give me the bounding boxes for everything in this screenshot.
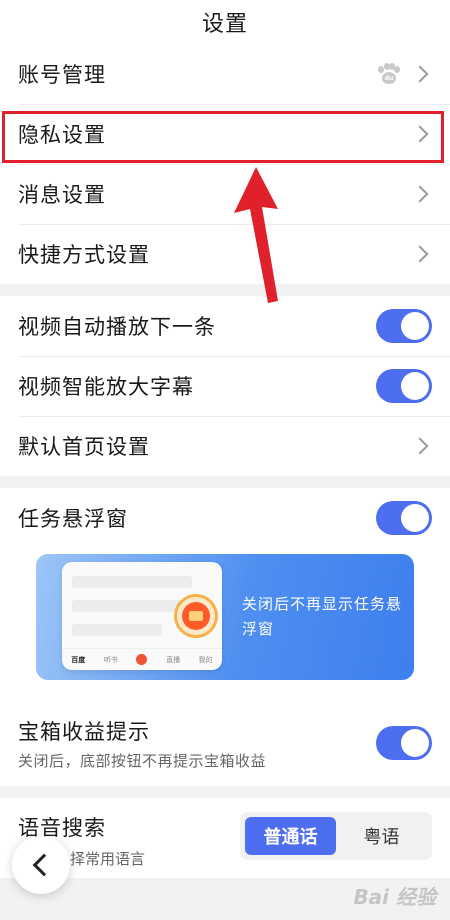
video-group: 视频自动播放下一条 视频智能放大字幕 默认首页设置 [0, 296, 450, 476]
chevron-right-icon [411, 185, 429, 203]
video-autoplay-toggle[interactable] [376, 309, 432, 343]
account-management-row[interactable]: 账号管理 du [0, 44, 450, 104]
floating-window-row: 任务悬浮窗 [0, 488, 450, 548]
treasure-tip-toggle[interactable] [376, 726, 432, 760]
video-subtitle-label: 视频智能放大字幕 [18, 375, 194, 399]
language-option-cantonese[interactable]: 粤语 [336, 817, 427, 855]
page-title: 设置 [201, 12, 248, 37]
toggle-knob [401, 312, 429, 340]
language-segmented-control: 普通话 粤语 [240, 812, 432, 860]
floating-window-toggle[interactable] [376, 501, 432, 535]
chevron-right-icon [411, 65, 429, 83]
floating-window-banner: 百度 听书 直播 我的 关闭后不再显示任务悬浮窗 [36, 554, 414, 680]
chevron-right-icon [411, 437, 429, 455]
default-homepage-row[interactable]: 默认首页设置 [0, 416, 450, 476]
shortcut-settings-label: 快捷方式设置 [18, 243, 150, 267]
top-bar: 设置 [0, 0, 450, 44]
chevron-left-icon [32, 853, 56, 877]
video-autoplay-label: 视频自动播放下一条 [18, 315, 216, 339]
shortcut-settings-row[interactable]: 快捷方式设置 [0, 224, 450, 284]
account-management-label: 账号管理 [18, 63, 106, 87]
video-autoplay-row: 视频自动播放下一条 [0, 296, 450, 356]
floating-group: 任务悬浮窗 百度 听书 直播 我的 关闭后不再显示任务悬浮窗 宝箱收益提示 关闭… [0, 488, 450, 786]
toggle-knob [401, 729, 429, 757]
video-subtitle-toggle[interactable] [376, 369, 432, 403]
toggle-knob [401, 372, 429, 400]
phone-nav-bar: 百度 听书 直播 我的 [62, 648, 222, 670]
phone-nav-item: 直播 [166, 655, 181, 664]
banner-text: 关闭后不再显示任务悬浮窗 [242, 595, 403, 638]
phone-nav-item: 我的 [198, 655, 213, 664]
watermark: Bai 经验 [353, 885, 436, 909]
baidu-paw-icon: du [378, 63, 400, 85]
default-homepage-label: 默认首页设置 [18, 435, 150, 459]
phone-nav-item: 听书 [103, 655, 118, 664]
section-divider [0, 284, 450, 296]
back-button[interactable] [12, 836, 70, 894]
annotation-arrow-icon [234, 167, 278, 303]
privacy-settings-label: 隐私设置 [18, 123, 106, 147]
chevron-right-icon [411, 125, 429, 143]
section-divider [0, 476, 450, 488]
phone-nav-item: 百度 [71, 655, 86, 664]
treasure-tip-description: 关闭后，底部按钮不再提示宝箱收益 [18, 751, 267, 770]
floating-window-label: 任务悬浮窗 [18, 507, 128, 531]
mic-icon [136, 654, 148, 665]
chevron-right-icon [411, 245, 429, 263]
treasure-tip-row: 宝箱收益提示 关闭后，底部按钮不再提示宝箱收益 [0, 700, 450, 786]
treasure-tip-text: 宝箱收益提示 关闭后，底部按钮不再提示宝箱收益 [18, 716, 376, 771]
section-divider [0, 786, 450, 798]
message-settings-label: 消息设置 [18, 183, 106, 207]
toggle-knob [401, 504, 429, 532]
video-subtitle-row: 视频智能放大字幕 [0, 356, 450, 416]
treasure-box-icon [174, 594, 218, 638]
language-option-mandarin[interactable]: 普通话 [245, 817, 336, 855]
privacy-settings-row[interactable]: 隐私设置 [0, 104, 450, 164]
message-settings-row[interactable]: 消息设置 [0, 164, 450, 224]
treasure-tip-label: 宝箱收益提示 [18, 719, 150, 744]
account-group: 账号管理 du 隐私设置 消息设置 快捷方式设置 [0, 44, 450, 284]
